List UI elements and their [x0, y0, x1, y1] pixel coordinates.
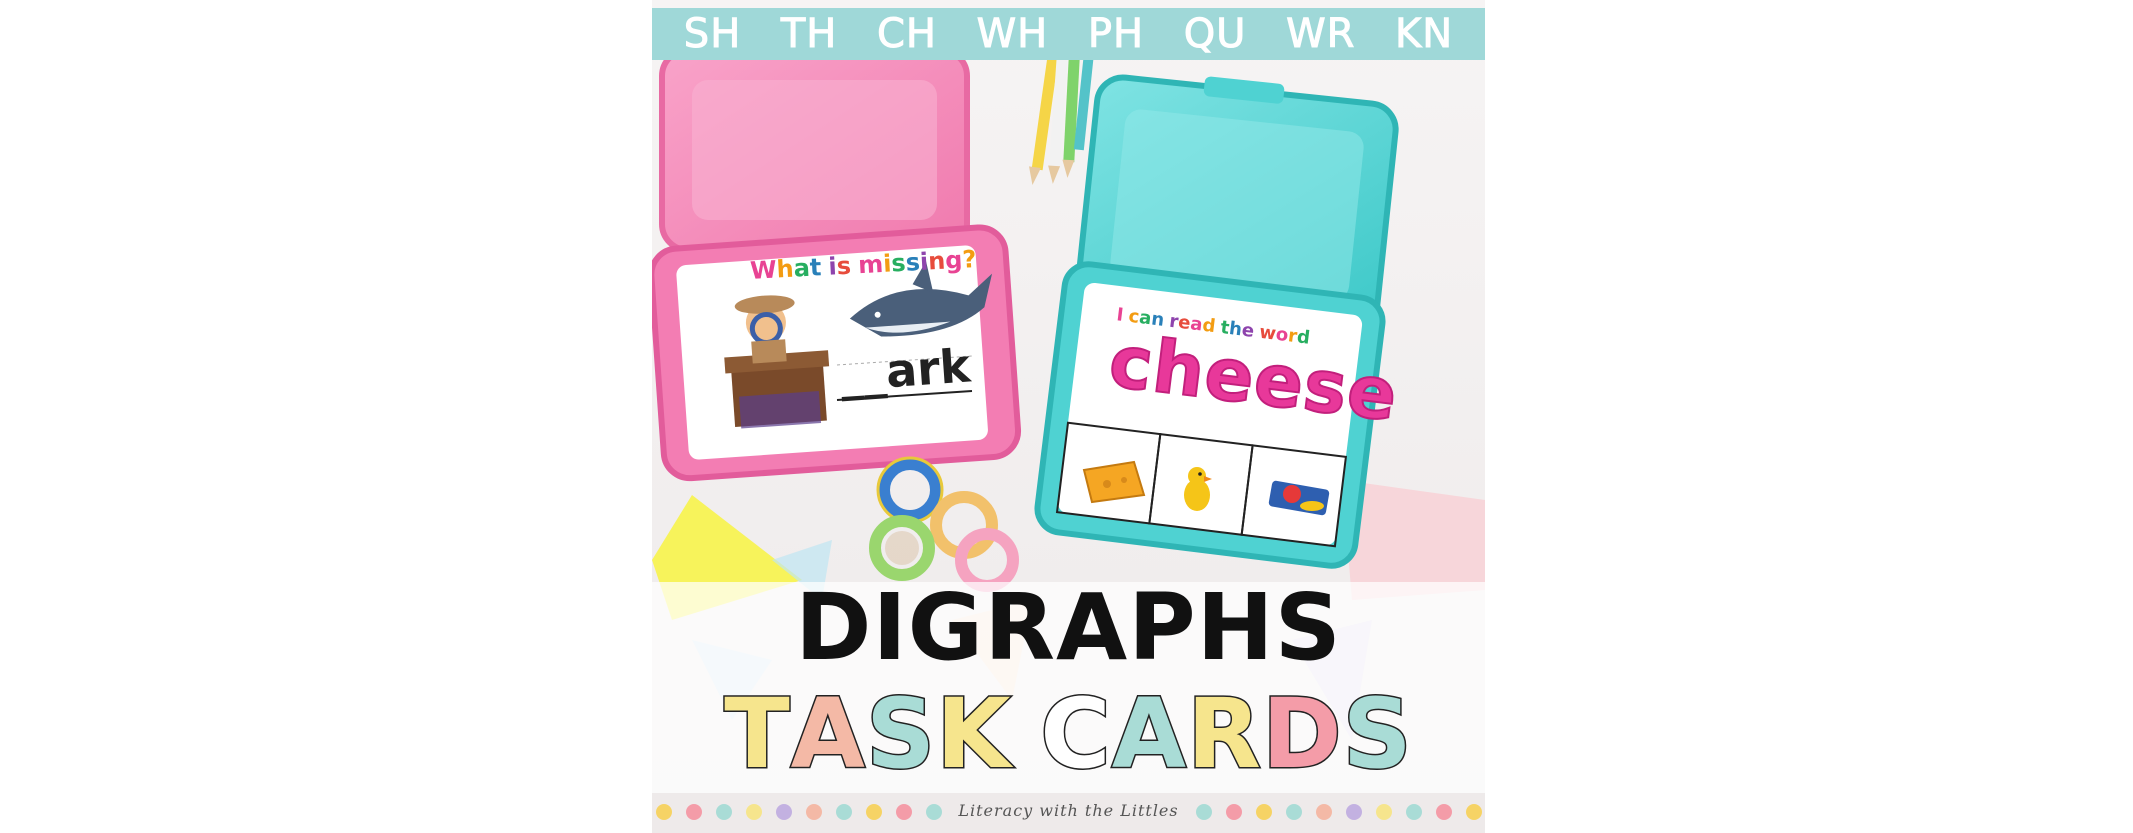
digraph-banner: SH TH CH WH PH QU WR KN [652, 8, 1485, 60]
title-task-cards-letter: A [789, 678, 866, 790]
pink-title-letter: n [927, 246, 946, 276]
title-task-cards-letter: D [1260, 678, 1343, 790]
digraph-wr: WR [1286, 11, 1356, 57]
title-task-cards: TASK CARDS [652, 678, 1485, 790]
title-digraphs: DIGRAPHS [795, 574, 1342, 681]
digraph-ph: PH [1087, 11, 1145, 57]
digraph-ch: CH [876, 11, 938, 57]
pink-title-letter: g [944, 245, 964, 275]
digraph-qu: QU [1183, 11, 1247, 57]
title-task-cards-letter: K [935, 678, 1012, 790]
digraph-th: TH [780, 11, 838, 57]
pink-title-letter: h [775, 254, 795, 284]
title-block: DIGRAPHS TASK CARDS [652, 582, 1485, 792]
pink-title-letter: W [749, 255, 778, 285]
pink-title-letter: s [890, 248, 907, 278]
title-task-cards-letter [1012, 686, 1041, 782]
cheese-icon [1082, 460, 1146, 504]
pink-title-letter: a [792, 253, 811, 283]
pink-title-letter: s [904, 248, 921, 277]
digraph-sh: SH [683, 11, 742, 57]
title-task-cards-letter: T [723, 678, 791, 790]
footer-brand: Literacy with the Littles [958, 801, 1179, 820]
title-task-cards-letter: A [1110, 678, 1188, 790]
title-task-cards-letter: S [864, 678, 937, 790]
pink-title-letter: m [857, 249, 884, 280]
pink-title-letter: s [835, 251, 852, 281]
product-image: SH TH CH WH PH QU WR KN What is m i s s i n g?… [652, 0, 1485, 833]
pink-card-answer: __ark [838, 338, 973, 402]
title-task-cards-letter: C [1039, 678, 1112, 790]
title-task-cards-letter: R [1186, 678, 1263, 790]
pink-title-letter: ? [961, 245, 978, 274]
digraph-kn: KN [1395, 11, 1454, 57]
title-task-cards-letter: S [1341, 678, 1413, 790]
digraph-wh: WH [976, 11, 1049, 57]
footer: Literacy with the Littles [652, 793, 1485, 833]
